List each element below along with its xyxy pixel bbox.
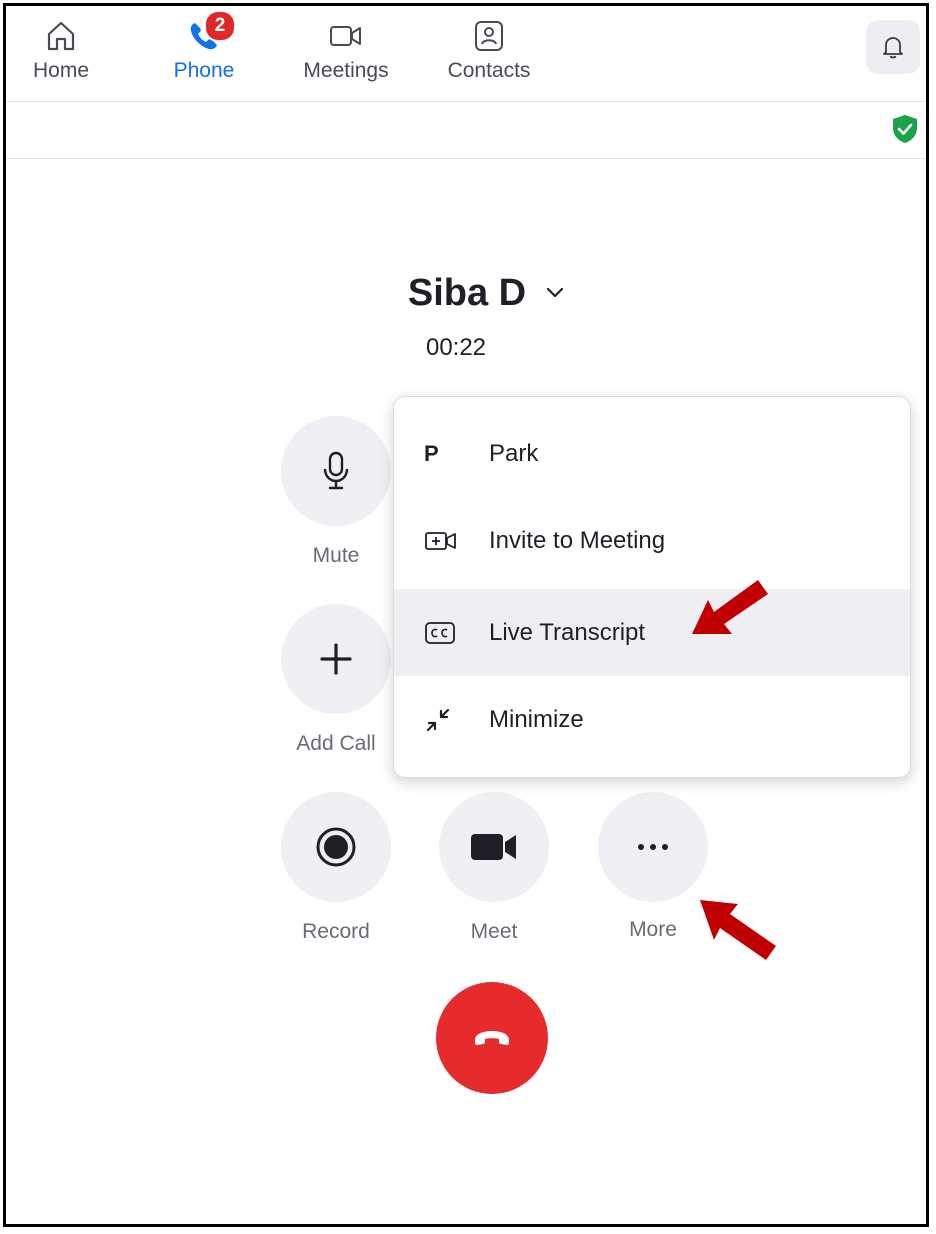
more-dots-icon	[638, 844, 668, 850]
nav-tab-phone[interactable]: 2 Phone	[149, 10, 259, 83]
more-button[interactable]	[598, 792, 708, 902]
annotation-arrow-icon	[692, 580, 768, 634]
notifications-button[interactable]	[866, 20, 920, 74]
bell-icon	[883, 37, 903, 59]
record-control[interactable]: Record	[266, 792, 406, 944]
menu-item-live-transcript-label: Live Transcript	[489, 618, 646, 646]
nav-tab-home-label: Home	[32, 59, 90, 82]
video-camera-icon	[291, 14, 401, 58]
nav-tab-home[interactable]: Home	[6, 14, 116, 83]
menu-item-park-label: Park	[489, 439, 539, 467]
microphone-icon	[323, 451, 349, 490]
menu-item-invite-to-meeting[interactable]: Invite to Meeting	[394, 497, 910, 584]
menu-item-park[interactable]: P Park	[394, 410, 910, 497]
nav-tab-contacts-label: Contacts	[447, 59, 531, 82]
add-call-label: Add Call	[296, 732, 376, 755]
status-bar	[6, 102, 926, 158]
minimize-arrows-icon	[424, 706, 484, 734]
phone-icon: 2	[149, 10, 259, 58]
plus-icon	[320, 643, 352, 675]
mute-label: Mute	[312, 544, 360, 567]
nav-tab-meetings-label: Meetings	[303, 59, 389, 82]
home-icon	[6, 14, 116, 58]
menu-item-minimize[interactable]: Minimize	[394, 676, 910, 763]
hang-up-button[interactable]	[436, 982, 548, 1094]
record-button[interactable]	[281, 792, 391, 902]
meet-label: Meet	[470, 920, 518, 943]
contacts-icon	[434, 14, 544, 58]
top-nav: Home 2 Phone Meetings Contacts	[6, 6, 926, 101]
mute-button[interactable]	[281, 416, 391, 526]
menu-item-live-transcript[interactable]: Live Transcript	[394, 589, 910, 676]
chevron-down-icon[interactable]	[546, 287, 564, 299]
mute-control[interactable]: Mute	[266, 416, 406, 568]
record-icon	[316, 827, 356, 867]
annotation-arrow-icon	[700, 900, 776, 960]
park-icon: P	[424, 440, 439, 466]
menu-item-invite-label: Invite to Meeting	[489, 526, 666, 554]
encryption-shield-icon[interactable]	[892, 114, 918, 149]
record-label: Record	[302, 920, 370, 943]
video-camera-filled-icon	[471, 834, 516, 860]
nav-tab-contacts[interactable]: Contacts	[434, 14, 544, 83]
invite-video-icon	[424, 530, 484, 552]
caller-name[interactable]: Siba D	[408, 272, 526, 315]
menu-item-minimize-label: Minimize	[489, 705, 584, 733]
add-call-button[interactable]	[281, 604, 391, 714]
add-call-control[interactable]: Add Call	[266, 604, 406, 756]
nav-tab-phone-label: Phone	[173, 59, 235, 82]
phone-badge: 2	[204, 10, 236, 42]
closed-caption-icon	[424, 621, 484, 645]
app-window: Home 2 Phone Meetings Contacts Siba D 00…	[3, 3, 929, 1227]
more-options-menu: P Park Invite to Meeting Live Transcript…	[393, 396, 911, 778]
meet-control[interactable]: Meet	[424, 792, 564, 944]
call-timer-text: 00:22	[425, 334, 487, 361]
caller-info: Siba D	[6, 268, 926, 318]
meet-button[interactable]	[439, 792, 549, 902]
call-timer: 00:22	[6, 334, 926, 362]
nav-tab-meetings[interactable]: Meetings	[291, 14, 401, 83]
hang-up-icon	[475, 1031, 509, 1045]
status-divider	[6, 158, 926, 159]
